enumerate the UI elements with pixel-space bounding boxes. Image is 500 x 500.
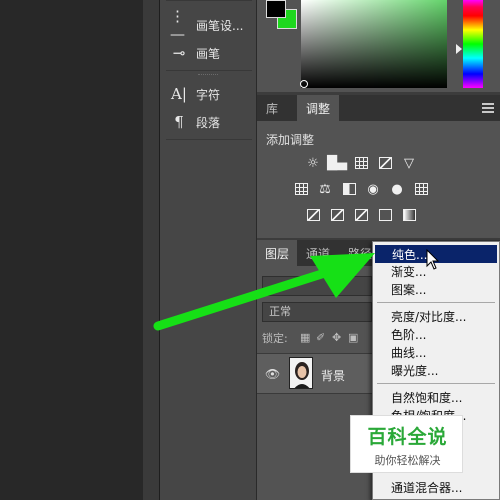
layer-name[interactable]: 背景: [321, 367, 345, 384]
gradient-map-icon[interactable]: [401, 207, 417, 223]
panel-label: 画笔设...: [196, 18, 244, 33]
watermark-logo: 百科全说 助你轻松解决: [350, 415, 463, 473]
levels-icon[interactable]: █▄: [327, 155, 347, 171]
brush-icon: ⊸: [172, 44, 186, 62]
add-adjustment-title: 添加调整: [266, 133, 315, 147]
hue-saturation-icon[interactable]: [293, 181, 309, 197]
paragraph-icon: ¶: [174, 113, 184, 131]
adjustments-tab-bar: 库 调整: [257, 95, 500, 122]
brush-settings-icon: ⋮—: [170, 7, 185, 43]
canvas-area: [0, 0, 143, 500]
curves-icon[interactable]: [353, 155, 369, 171]
panel-menu-icon[interactable]: [482, 103, 494, 113]
color-lookup-icon[interactable]: [413, 181, 429, 197]
tab-library[interactable]: 库: [257, 95, 287, 122]
menu-item-pattern[interactable]: 图案...: [375, 281, 497, 299]
menu-item-channel-mixer[interactable]: 通道混合器...: [375, 479, 497, 497]
brightness-icon[interactable]: ☼: [305, 155, 321, 171]
menu-item-curves[interactable]: 曲线...: [375, 344, 497, 362]
menu-item-vibrance[interactable]: 自然饱和度...: [375, 389, 497, 407]
menu-separator: [377, 302, 495, 303]
color-picker-cursor[interactable]: [300, 80, 308, 88]
divider: [166, 139, 252, 140]
vibrance-icon[interactable]: ▽: [401, 155, 417, 171]
layer-thumbnail: [289, 357, 313, 389]
visibility-eye-icon[interactable]: 👁: [265, 367, 280, 381]
exposure-icon[interactable]: [377, 155, 393, 171]
channel-mixer-icon[interactable]: ●: [389, 181, 405, 197]
panel-button-brush-settings[interactable]: ⋮— 画笔设...: [170, 7, 244, 43]
grip-handle[interactable]: [198, 74, 218, 76]
invert-icon[interactable]: [305, 207, 321, 223]
menu-item-brightness-contrast[interactable]: 亮度/对比度...: [375, 308, 497, 326]
menu-separator: [377, 383, 495, 384]
character-icon: A|: [171, 85, 187, 103]
panel-button-brush[interactable]: ⊸ 画笔: [170, 42, 220, 64]
divider: [166, 0, 252, 1]
selective-color-icon[interactable]: [377, 207, 393, 223]
panel-label: 画笔: [196, 46, 221, 61]
panel-button-character[interactable]: A| 字符: [170, 83, 220, 105]
watermark-title: 百科全说: [367, 426, 448, 448]
divider: [166, 70, 252, 71]
posterize-icon[interactable]: [329, 207, 345, 223]
watermark-subtitle: 助你轻松解决: [374, 454, 441, 467]
black-white-icon[interactable]: [341, 181, 357, 197]
color-saturation-field[interactable]: [301, 0, 447, 88]
annotation-arrow-icon: [153, 253, 375, 331]
hue-slider-arrow-icon[interactable]: [456, 44, 462, 54]
tab-adjustments[interactable]: 调整: [297, 95, 339, 122]
color-balance-icon[interactable]: ⚖: [317, 181, 333, 197]
foreground-color-swatch[interactable]: [266, 0, 286, 18]
menu-item-exposure[interactable]: 曝光度...: [375, 362, 497, 380]
menu-item-levels[interactable]: 色阶...: [375, 326, 497, 344]
photo-filter-icon[interactable]: ◉: [365, 181, 381, 197]
threshold-icon[interactable]: [353, 207, 369, 223]
hue-slider[interactable]: [463, 0, 483, 88]
panel-label: 段落: [196, 115, 221, 130]
panel-label: 字符: [196, 87, 221, 102]
panel-button-paragraph[interactable]: ¶ 段落: [170, 111, 220, 133]
mouse-cursor-icon: [426, 249, 440, 270]
